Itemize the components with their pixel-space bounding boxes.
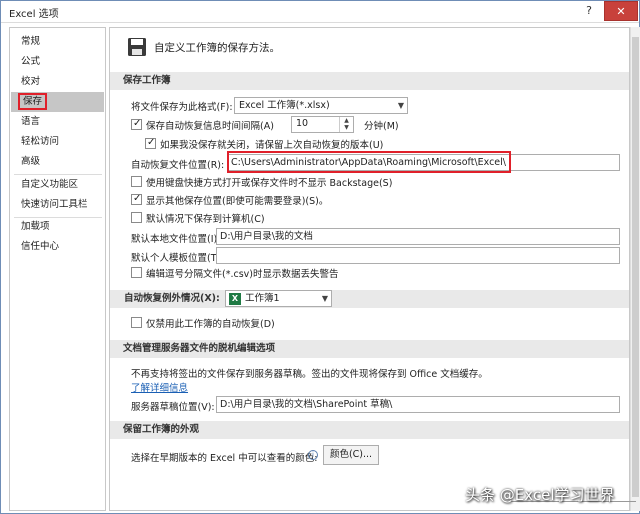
info-icon[interactable]: i xyxy=(308,450,318,460)
server-drafts-location-label: 服务器草稿位置(V): xyxy=(131,402,215,413)
help-button[interactable]: ? xyxy=(575,1,603,21)
section-header-preserve-visual: 保留工作簿的外观 xyxy=(110,421,629,439)
keep-last-version-label: 如果我没保存就关闭，请保留上次自动恢复的版本(U) xyxy=(160,140,384,151)
sidebar-item-advanced[interactable]: 高级 xyxy=(11,152,104,172)
options-sidebar: 常规 公式 校对 保存 语言 轻松访问 高级 自定义功能区 快速访问工具栏 加载… xyxy=(9,27,106,511)
excel-options-dialog: Excel 选项 ? ✕ 常规 公式 校对 保存 语言 轻松访问 高级 自定义功… xyxy=(0,0,640,514)
sidebar-item-formulas[interactable]: 公式 xyxy=(11,52,104,72)
colors-label: 选择在早期版本的 Excel 中可以查看的颜色: xyxy=(131,453,318,464)
csv-warning-label: 编辑逗号分隔文件(*.csv)时显示数据丢失警告 xyxy=(146,269,339,280)
vertical-scrollbar[interactable] xyxy=(630,27,640,511)
page-description: 自定义工作簿的保存方法。 xyxy=(154,42,280,54)
default-local-location-field[interactable]: D:\用户目录\我的文档 xyxy=(216,228,620,245)
sidebar-item-quick-access-toolbar[interactable]: 快速访问工具栏 xyxy=(11,195,104,215)
autorecover-minutes-spinner[interactable]: 10 ▲ ▼ xyxy=(291,116,354,133)
default-local-location-label: 默认本地文件位置(I): xyxy=(131,234,221,245)
keep-last-version-checkbox[interactable] xyxy=(145,137,156,149)
scrollbar-thumb[interactable] xyxy=(632,37,639,497)
title-bar: Excel 选项 ? ✕ xyxy=(1,1,639,23)
autorecover-location-label: 自动恢复文件位置(R): xyxy=(131,160,225,171)
chevron-down-icon: ▼ xyxy=(321,294,328,303)
colors-button[interactable]: 颜色(C)... xyxy=(323,445,379,465)
disable-autorecover-label: 仅禁用此工作簿的自动恢复(D) xyxy=(146,319,275,330)
save-disk-icon xyxy=(128,38,146,56)
sidebar-item-accessibility[interactable]: 轻松访问 xyxy=(11,132,104,152)
no-backstage-checkbox[interactable] xyxy=(131,176,142,187)
sidebar-item-proofing[interactable]: 校对 xyxy=(11,72,104,92)
save-format-select[interactable]: Excel 工作簿(*.xlsx) ▼ xyxy=(234,97,408,114)
sidebar-item-customize-ribbon[interactable]: 自定义功能区 xyxy=(11,175,104,195)
watermark-text: 头条 @Excel学习世界 xyxy=(465,486,615,504)
section-header-save-workbooks: 保存工作簿 xyxy=(110,72,629,90)
default-template-location-field[interactable] xyxy=(216,247,620,264)
spinner-arrows-icon: ▲ ▼ xyxy=(339,117,353,132)
csv-warning-checkbox[interactable] xyxy=(131,267,142,278)
offline-editing-description: 不再支持将签出的文件保存到服务器草稿。签出的文件现将保存到 Office 文档缓… xyxy=(131,369,488,380)
save-format-label: 将文件保存为此格式(F): xyxy=(131,102,233,113)
save-to-computer-checkbox[interactable] xyxy=(131,212,142,223)
window-title: Excel 选项 xyxy=(9,9,59,20)
sidebar-item-general[interactable]: 常规 xyxy=(11,32,104,52)
minutes-unit-label: 分钟(M) xyxy=(364,121,399,132)
excel-workbook-icon: X xyxy=(229,293,241,305)
section-header-autorecover-exceptions: 自动恢复例外情况(X): xyxy=(110,290,629,308)
learn-more-link[interactable]: 了解详细信息 xyxy=(131,380,188,394)
highlight-box xyxy=(227,151,511,173)
sidebar-item-save[interactable]: 保存 xyxy=(11,92,104,112)
show-additional-locations-checkbox[interactable] xyxy=(131,193,142,205)
disable-autorecover-checkbox[interactable] xyxy=(131,317,142,328)
autorecover-checkbox[interactable] xyxy=(131,118,142,130)
save-to-computer-label: 默认情况下保存到计算机(C) xyxy=(146,214,265,225)
section-header-offline-editing: 文档管理服务器文件的脱机编辑选项 xyxy=(110,340,629,358)
save-options-panel: 自定义工作簿的保存方法。 保存工作簿 将文件保存为此格式(F): Excel 工… xyxy=(109,27,630,511)
chevron-down-icon: ▼ xyxy=(397,101,404,110)
no-backstage-label: 使用键盘快捷方式打开或保存文件时不显示 Backstage(S) xyxy=(146,178,393,189)
sidebar-item-trust-center[interactable]: 信任中心 xyxy=(11,237,104,257)
show-additional-locations-label: 显示其他保存位置(即使可能需要登录)(S)。 xyxy=(146,196,329,207)
server-drafts-location-field[interactable]: D:\用户目录\我的文档\SharePoint 草稿\ xyxy=(216,396,620,413)
autorecover-label: 保存自动恢复信息时间间隔(A) xyxy=(146,121,274,132)
sidebar-item-language[interactable]: 语言 xyxy=(11,112,104,132)
sidebar-item-add-ins[interactable]: 加载项 xyxy=(11,217,104,237)
autorecover-workbook-select[interactable]: X 工作簿1 ▼ xyxy=(225,290,332,307)
close-button[interactable]: ✕ xyxy=(604,1,638,21)
default-template-location-label: 默认个人模板位置(T): xyxy=(131,253,224,264)
